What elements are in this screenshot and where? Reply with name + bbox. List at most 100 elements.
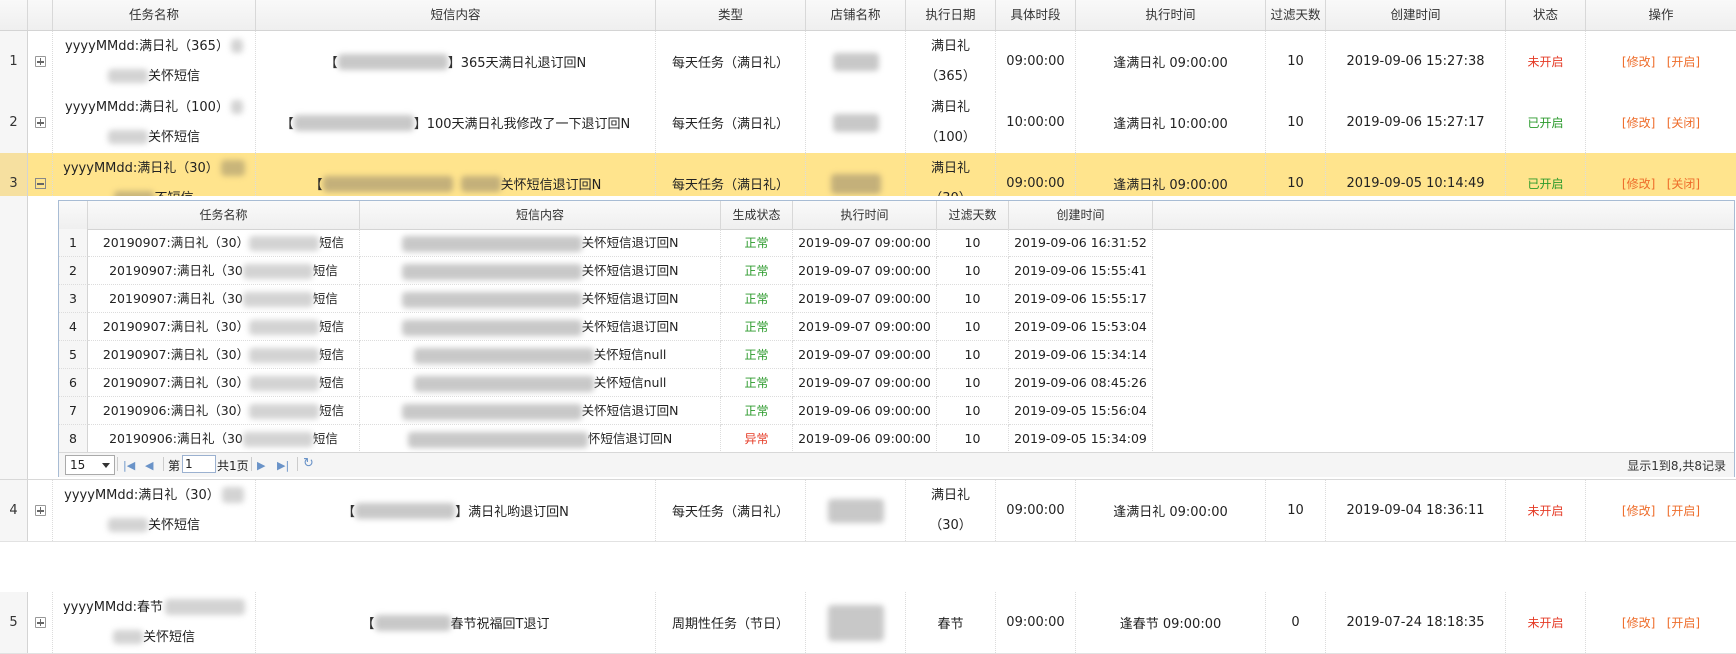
- sub-row-number: 4: [59, 313, 88, 341]
- table-row[interactable]: 2 yyyyMMdd:满日礼（100） 关怀短信 【】100天满日礼我修改了一下…: [0, 92, 1736, 154]
- header-name[interactable]: 任务名称: [53, 0, 256, 30]
- row-detail-panel: 任务名称 短信内容 生成状态 执行时间 过滤天数 创建时间 1 20190907:…: [0, 196, 1736, 480]
- exec-date-line1: 春节: [937, 617, 964, 632]
- task-name-line2: 关怀短信: [147, 129, 200, 145]
- toggle-link[interactable]: [开启]: [1667, 614, 1700, 631]
- sub-exec-time: 2019-09-07 09:00:00: [793, 313, 937, 341]
- task-name-line1: yyyyMMdd:满日礼（365）: [65, 38, 229, 54]
- toggle-link[interactable]: [开启]: [1667, 502, 1700, 519]
- sub-sms-content: 怀短信退订回N: [360, 425, 721, 453]
- exec-date-line2: （365）: [925, 68, 976, 84]
- sub-row-number: 8: [59, 425, 88, 453]
- first-page-icon[interactable]: |◀: [123, 459, 135, 472]
- header-slot[interactable]: 具体时段: [996, 0, 1076, 30]
- refresh-icon[interactable]: ↻: [303, 456, 314, 471]
- sub-sms-content: 关怀短信null: [360, 341, 721, 369]
- sub-row-number: 5: [59, 341, 88, 369]
- sub-created-time: 2019-09-06 15:34:14: [1009, 341, 1153, 369]
- prev-page-icon[interactable]: ◀: [145, 459, 153, 472]
- toggle-link[interactable]: [开启]: [1667, 53, 1700, 70]
- header-content[interactable]: 短信内容: [256, 0, 656, 30]
- sub-table-row[interactable]: 4 20190907:满日礼（30） 短信 关怀短信退订回N 正常 2019-09-07 …: [59, 313, 1734, 341]
- next-page-icon[interactable]: ▶: [257, 459, 265, 472]
- edit-link[interactable]: [修改]: [1622, 614, 1655, 631]
- sub-task-name: 20190907:满日礼（30 短信: [88, 285, 360, 313]
- time-slot: 10:00:00: [996, 92, 1076, 153]
- exec-date-line2: （30）: [929, 517, 972, 533]
- gen-status-badge: 正常: [744, 236, 769, 250]
- sub-header-exec-time[interactable]: 执行时间: [793, 201, 937, 229]
- header-expand: [28, 0, 53, 30]
- exec-date-line1: 满日礼: [930, 99, 970, 115]
- expand-plus-icon[interactable]: [34, 117, 46, 128]
- table-row[interactable]: 5 yyyyMMdd:春节 关怀短信 【春节祝福回T退订 周期性任务（节日） 春…: [0, 592, 1736, 654]
- sub-table-row[interactable]: 1 20190907:满日礼（30） 短信 关怀短信退订回N 正常 2019-09-07 …: [59, 229, 1734, 257]
- edit-link[interactable]: [修改]: [1622, 53, 1655, 70]
- gen-status: 正常: [721, 257, 793, 285]
- expand-plus-icon[interactable]: [34, 617, 46, 628]
- sub-header-created[interactable]: 创建时间: [1009, 201, 1153, 229]
- toggle-link[interactable]: [关闭]: [1667, 114, 1700, 131]
- sub-created-time: 2019-09-06 15:53:04: [1009, 313, 1153, 341]
- edit-link[interactable]: [修改]: [1622, 175, 1655, 192]
- sub-filter-days: 10: [937, 313, 1009, 341]
- sub-row-number: 3: [59, 285, 88, 313]
- page-number-input[interactable]: 1: [182, 455, 216, 473]
- sub-header-content[interactable]: 短信内容: [360, 201, 721, 229]
- sub-table-row[interactable]: 7 20190906:满日礼（30） 短信 关怀短信退订回N 正常 2019-09-06 …: [59, 397, 1734, 425]
- toggle-link[interactable]: [关闭]: [1667, 175, 1700, 192]
- sub-header-gen-status[interactable]: 生成状态: [721, 201, 793, 229]
- exec-date-line2: （100）: [925, 129, 976, 145]
- exec-date-cell: 满日礼 （100）: [906, 92, 996, 153]
- sub-table-row[interactable]: 3 20190907:满日礼（30 短信 关怀短信退订回N 正常 2019-09-07 0…: [59, 285, 1734, 313]
- edit-link[interactable]: [修改]: [1622, 114, 1655, 131]
- header-created[interactable]: 创建时间: [1326, 0, 1506, 30]
- expand-plus-icon[interactable]: [34, 505, 46, 516]
- sub-filter-days: 10: [937, 341, 1009, 369]
- header-exec-time[interactable]: 执行时间: [1076, 0, 1266, 30]
- task-name-cell: yyyyMMdd:春节 关怀短信: [53, 592, 256, 653]
- table-row[interactable]: 1 yyyyMMdd:满日礼（365） 关怀短信 【】365天满日礼退订回N 每…: [0, 31, 1736, 93]
- task-name-line1: yyyyMMdd:春节: [62, 599, 164, 615]
- gen-status: 正常: [721, 285, 793, 313]
- gen-status: 异常: [721, 425, 793, 453]
- sub-exec-time: 2019-09-07 09:00:00: [793, 369, 937, 397]
- exec-time: 逢满日礼 09:00:00: [1076, 31, 1266, 92]
- header-filter-days[interactable]: 过滤天数: [1266, 0, 1326, 30]
- table-row[interactable]: 4 yyyyMMdd:满日礼（30） 关怀短信 【】满日礼哟退订回N 每天任务（…: [0, 480, 1736, 542]
- task-name-line2: 关怀短信: [142, 629, 195, 645]
- gen-status-badge: 正常: [744, 348, 769, 362]
- sms-content: 关怀短信退订回N: [500, 178, 602, 193]
- sub-filter-days: 10: [937, 397, 1009, 425]
- sub-sms-content: 关怀短信null: [360, 369, 721, 397]
- header-exec-date[interactable]: 执行日期: [906, 0, 996, 30]
- task-name-line2: 关怀短信: [147, 68, 200, 84]
- header-type[interactable]: 类型: [656, 0, 806, 30]
- edit-link[interactable]: [修改]: [1622, 502, 1655, 519]
- gen-status-badge: 正常: [744, 320, 769, 334]
- sub-created-time: 2019-09-05 15:34:09: [1009, 425, 1153, 453]
- sub-sms-content: 关怀短信退订回N: [360, 285, 721, 313]
- sms-content: 】365天满日礼退订回N: [447, 56, 587, 71]
- header-status[interactable]: 状态: [1506, 0, 1586, 30]
- sub-created-time: 2019-09-06 15:55:41: [1009, 257, 1153, 285]
- page-size-select[interactable]: 15: [65, 455, 115, 475]
- sub-table-row[interactable]: 5 20190907:满日礼（30） 短信 关怀短信null 正常 2019-09-07 …: [59, 341, 1734, 369]
- filter-days: 0: [1266, 592, 1326, 653]
- task-name-line1: yyyyMMdd:满日礼（100）: [65, 99, 229, 115]
- sub-header-name[interactable]: 任务名称: [88, 201, 360, 229]
- exec-time: 逢满日礼 09:00:00: [1076, 480, 1266, 541]
- last-page-icon[interactable]: ▶|: [277, 459, 289, 472]
- sub-table-row[interactable]: 6 20190907:满日礼（30） 短信 关怀短信null 正常 2019-09-07 …: [59, 369, 1734, 397]
- sub-table-row[interactable]: 8 20190906:满日礼（30 短信 怀短信退订回N 异常 2019-09-06 09…: [59, 425, 1734, 453]
- task-type: 每天任务（满日礼）: [656, 92, 806, 153]
- sms-content: 春节祝福回T退订: [450, 617, 550, 632]
- header-rownum: [0, 0, 28, 30]
- sms-content: 】满日礼哟退订回N: [455, 505, 569, 520]
- expand-plus-icon[interactable]: [34, 56, 46, 67]
- sub-header-filter-days[interactable]: 过滤天数: [937, 201, 1009, 229]
- header-store[interactable]: 店铺名称: [806, 0, 906, 30]
- sub-table-row[interactable]: 2 20190907:满日礼（30 短信 关怀短信退订回N 正常 2019-09-07 0…: [59, 257, 1734, 285]
- collapse-minus-icon[interactable]: [34, 178, 46, 189]
- sub-filter-days: 10: [937, 369, 1009, 397]
